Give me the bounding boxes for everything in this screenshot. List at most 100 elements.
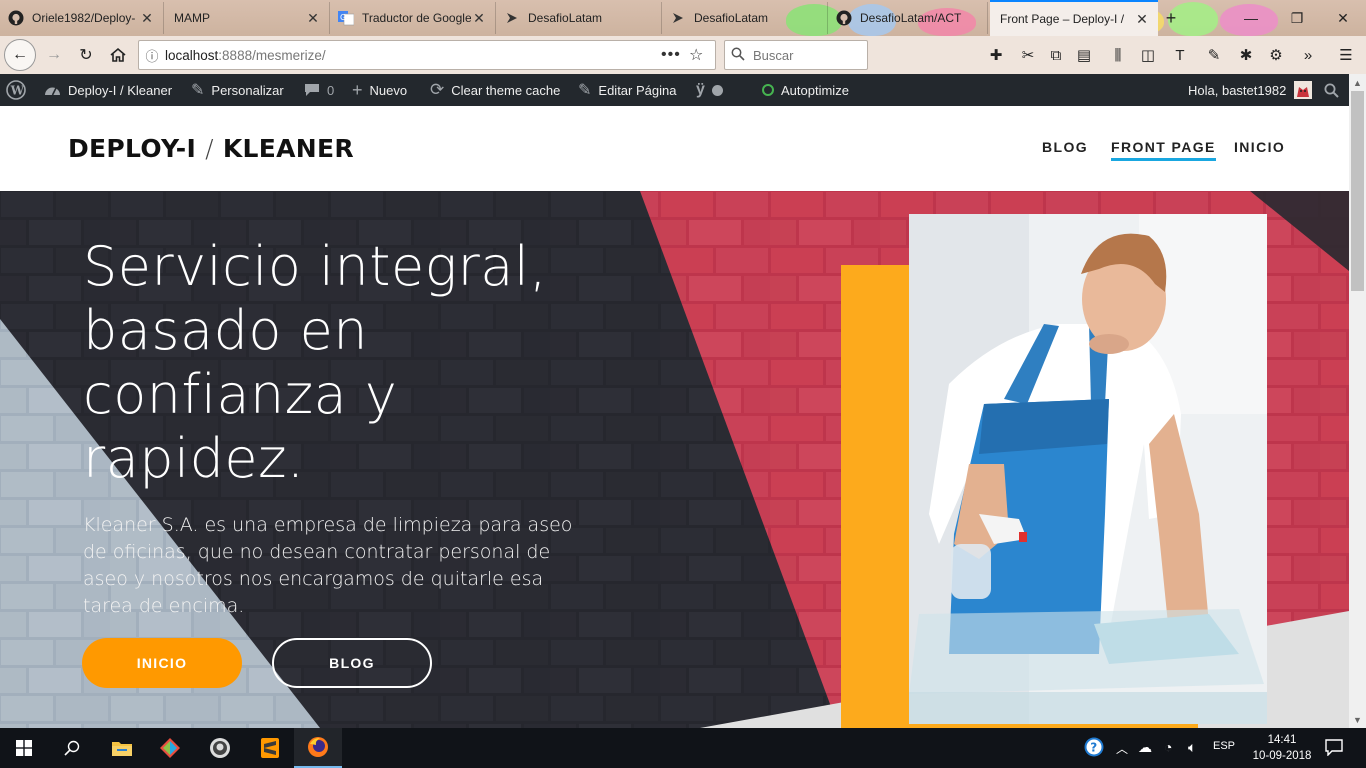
overflow-menu-icon[interactable]: »	[1298, 45, 1318, 65]
tab-label: DesafioLatam	[694, 11, 769, 25]
close-tab-icon[interactable]: ✕	[1134, 11, 1150, 28]
eyedropper-extension-icon[interactable]: ✎	[1204, 45, 1224, 65]
help-icon[interactable]: ?	[1084, 737, 1104, 760]
page-actions-icon[interactable]: •••	[661, 46, 689, 64]
greeting-label: Hola, bastet1982	[1188, 82, 1287, 98]
browser-tab[interactable]: DesafioLatam	[496, 2, 662, 34]
puzzle-extension-icon[interactable]: ✚	[986, 45, 1006, 65]
notifications-icon[interactable]	[1325, 738, 1343, 759]
account-menu[interactable]: Hola, bastet1982	[1188, 74, 1313, 106]
yoast-menu[interactable]: ÿ	[696, 74, 723, 106]
scroll-down-arrow-icon[interactable]: ▼	[1349, 711, 1366, 728]
github-desktop-icon[interactable]	[196, 728, 244, 768]
taskbar-search-button[interactable]	[48, 728, 96, 768]
edit-page-menu[interactable]: ✎ Editar Página	[578, 74, 676, 106]
forward-button[interactable]: →	[38, 39, 70, 71]
sublime-text-icon[interactable]	[246, 728, 294, 768]
url-bar[interactable]: ⓘ localhost:8888/mesmerize/ ••• ☆	[138, 40, 716, 70]
tab-label: Front Page – Deploy-I /	[1000, 12, 1125, 26]
sidebar-icon[interactable]: ◫	[1138, 45, 1158, 65]
tools-extension-icon[interactable]: ✱	[1236, 45, 1256, 65]
back-button[interactable]: ←	[4, 39, 36, 71]
hero-section: Servicio integral, basado en confianza y…	[0, 191, 1349, 728]
url-host: localhost	[165, 47, 219, 63]
browser-tab[interactable]: DesafioLatam	[662, 2, 828, 34]
github-icon	[8, 10, 24, 26]
search-icon	[731, 47, 745, 64]
hamburger-menu-icon[interactable]: ☰	[1336, 45, 1356, 65]
yoast-icon: ÿ	[696, 81, 705, 98]
new-content-menu[interactable]: + Nuevo	[352, 74, 407, 106]
language-indicator[interactable]: ESP	[1213, 740, 1235, 752]
edit-page-label: Editar Página	[598, 82, 677, 98]
clear-cache-label: Clear theme cache	[451, 82, 561, 98]
start-button[interactable]	[0, 728, 48, 768]
customize-menu[interactable]: ✎ Personalizar	[191, 74, 284, 106]
volume-icon[interactable]: 🔈︎	[1188, 739, 1196, 756]
scissors-extension-icon[interactable]: ✂	[1018, 45, 1038, 65]
scrollbar-thumb[interactable]	[1351, 91, 1364, 291]
windows-taskbar: ? ︿ ☁ ◔ 🔈︎ ESP 14:41 10-09-2018	[0, 728, 1366, 768]
browser-tab-active[interactable]: Front Page – Deploy-I / ✕	[990, 0, 1158, 36]
reload-button[interactable]: ↻	[70, 39, 102, 71]
close-tab-icon[interactable]: ✕	[305, 10, 321, 27]
admin-search-button[interactable]	[1324, 74, 1339, 106]
menu-item-inicio[interactable]: INICIO	[1234, 139, 1285, 155]
github-icon	[836, 10, 852, 26]
bookmark-star-icon[interactable]: ☆	[689, 45, 715, 65]
site-title[interactable]: DEPLOY-I / KLEANER	[68, 134, 354, 163]
search-bar[interactable]: Buscar	[724, 40, 868, 70]
cloud-icon[interactable]: ☁	[1138, 739, 1152, 756]
comments-menu[interactable]: 0	[304, 74, 334, 106]
close-window-icon[interactable]: ✕	[1320, 0, 1366, 36]
browser-tab[interactable]: G Traductor de Google ✕	[330, 2, 496, 34]
google-translate-icon: G	[338, 10, 354, 26]
browser-tab[interactable]: MAMP ✕	[164, 2, 330, 34]
page-scrollbar[interactable]: ▲ ▼	[1349, 74, 1366, 728]
inicio-button[interactable]: INICIO	[82, 638, 242, 688]
menu-item-blog[interactable]: BLOG	[1042, 139, 1088, 155]
text-extension-icon[interactable]: T	[1170, 45, 1190, 65]
blog-button[interactable]: BLOG	[272, 638, 432, 688]
site-name-menu[interactable]: Deploy-I / Kleaner	[44, 74, 172, 106]
wifi-icon[interactable]: ◔	[1164, 739, 1172, 755]
scroll-up-arrow-icon[interactable]: ▲	[1349, 74, 1366, 91]
wp-admin-bar: W Deploy-I / Kleaner ✎ Personalizar 0 + …	[0, 74, 1349, 106]
site-info-icon[interactable]: ⓘ	[139, 46, 165, 65]
new-tab-icon[interactable]: +	[1158, 0, 1184, 36]
library-icon[interactable]: ⫼	[1108, 45, 1128, 65]
search-icon	[1324, 83, 1339, 98]
copy-extension-icon[interactable]: ⧉	[1046, 45, 1066, 65]
site-title-separator: /	[205, 134, 214, 163]
clock-date: 10-09-2018	[1252, 750, 1312, 762]
browser-tab[interactable]: Oriele1982/Deploy- ✕	[0, 2, 164, 34]
autoptimize-menu[interactable]: Autoptimize	[762, 74, 849, 106]
settings-extension-icon[interactable]: ⚙	[1266, 45, 1286, 65]
desafiolatam-icon	[504, 10, 520, 26]
browser-tab[interactable]: DesafioLatam/ACT	[828, 2, 988, 34]
url-text[interactable]: localhost:8888/mesmerize/	[165, 48, 661, 63]
firefox-icon[interactable]	[294, 728, 342, 768]
site-title-part: DEPLOY-I	[68, 134, 197, 163]
search-placeholder: Buscar	[753, 47, 794, 63]
wordpress-logo-button[interactable]: W	[6, 74, 26, 106]
menu-item-front-page[interactable]: FRONT PAGE	[1111, 139, 1216, 161]
file-explorer-icon[interactable]	[98, 728, 146, 768]
autoptimize-label: Autoptimize	[781, 82, 849, 98]
show-hidden-icons-icon[interactable]: ︿	[1116, 740, 1128, 757]
home-icon	[110, 47, 126, 62]
minimize-window-icon[interactable]: —	[1228, 0, 1274, 36]
home-button[interactable]	[102, 39, 134, 71]
close-tab-icon[interactable]: ✕	[139, 10, 155, 27]
site-name-label: Deploy-I / Kleaner	[68, 82, 173, 98]
clipboard-extension-icon[interactable]: ▤	[1074, 45, 1094, 65]
wordpress-icon: W	[6, 80, 26, 100]
restore-window-icon[interactable]: ❐	[1274, 0, 1320, 36]
clear-cache-menu[interactable]: ⟳ Clear theme cache	[430, 74, 560, 106]
clock[interactable]: 14:41 10-09-2018	[1246, 732, 1318, 764]
cleaner-photo	[909, 214, 1267, 724]
svg-text:?: ?	[1090, 741, 1097, 755]
plus-icon: +	[352, 79, 363, 100]
close-tab-icon[interactable]: ✕	[471, 10, 487, 27]
gitkraken-icon[interactable]	[146, 728, 194, 768]
